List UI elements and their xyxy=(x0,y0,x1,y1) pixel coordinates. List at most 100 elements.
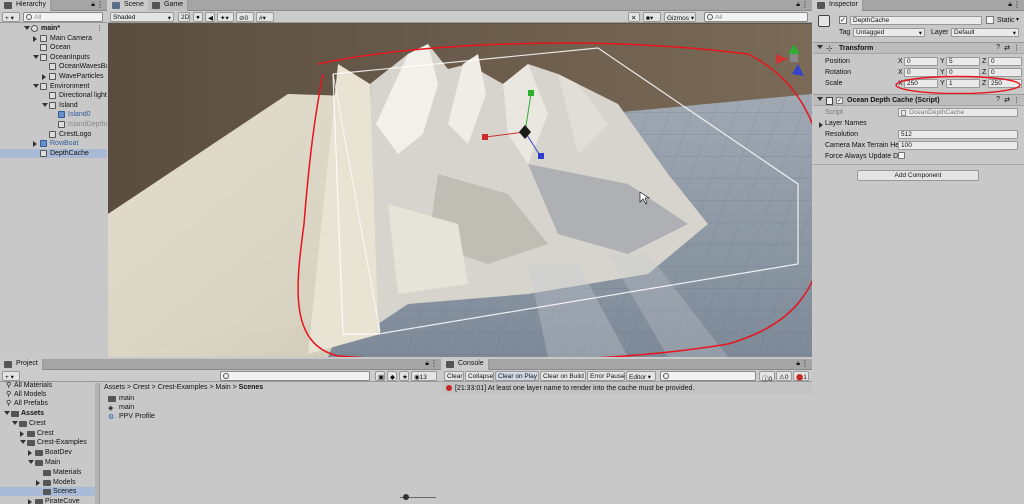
camera-dropdown[interactable]: ■▾ xyxy=(643,12,661,22)
hierarchy-item[interactable]: IslandDepthCact xyxy=(0,120,107,129)
help-icon[interactable]: ? xyxy=(996,44,1000,51)
project-folder-item[interactable]: Assets xyxy=(0,409,95,418)
lock-icon[interactable]: 🔒︎ xyxy=(1008,1,1012,9)
lock-icon[interactable]: 🔒︎ xyxy=(425,360,429,368)
layer-dropdown[interactable]: Default ▾ xyxy=(951,28,1019,37)
tab-hierarchy[interactable]: Hierarchy xyxy=(0,0,51,11)
slider-knob[interactable] xyxy=(403,494,409,500)
transform-z-field[interactable]: 0 xyxy=(988,57,1022,66)
grid-toggle[interactable]: #▾ xyxy=(256,12,274,22)
project-folder-item[interactable]: Crest-Examples xyxy=(0,438,95,447)
project-folder-item[interactable]: BoatDev xyxy=(0,448,95,457)
hierarchy-item[interactable]: Island xyxy=(0,101,107,110)
hierarchy-item[interactable]: Ocean xyxy=(0,43,107,52)
more-icon[interactable]: ⋮ xyxy=(801,359,809,368)
more-icon[interactable]: ⋮ xyxy=(430,359,438,368)
scene-viewport[interactable] xyxy=(108,24,812,357)
hidden-packages-button[interactable]: ◉13 xyxy=(411,371,437,381)
more-icon[interactable]: ⋮ xyxy=(96,0,104,9)
x-axis-label[interactable]: X xyxy=(898,58,903,65)
audio-toggle[interactable]: ◀ xyxy=(205,12,215,22)
fold-closed-icon[interactable] xyxy=(28,450,32,457)
tab-project[interactable]: Project xyxy=(0,359,43,370)
y-axis-label[interactable]: Y xyxy=(940,58,945,65)
transform-y-field[interactable]: 5 xyxy=(946,57,980,66)
project-create-button[interactable]: + ▾ xyxy=(2,371,20,381)
hierarchy-item[interactable]: OceanWavesBatch xyxy=(0,62,107,71)
tab-scene[interactable]: Scene xyxy=(108,0,149,11)
project-folder-item[interactable]: PirateCove xyxy=(0,497,95,504)
fold-open-icon[interactable] xyxy=(33,83,39,88)
z-axis-label[interactable]: Z xyxy=(982,58,986,65)
project-folder-item[interactable]: Scenes xyxy=(0,487,95,497)
tab-inspector[interactable]: Inspector xyxy=(813,0,863,11)
label-filter-button[interactable]: ◆ xyxy=(387,371,397,381)
preset-icon[interactable]: ⇄ xyxy=(1004,44,1010,52)
project-folder-item[interactable]: Materials xyxy=(0,468,95,477)
hidden-objects-toggle[interactable]: ⊘0 xyxy=(236,12,254,22)
project-folder-item[interactable]: Crest xyxy=(0,419,95,428)
static-checkbox[interactable] xyxy=(986,16,994,24)
hierarchy-item[interactable]: DepthCache xyxy=(0,148,107,158)
object-name-field[interactable]: DepthCache xyxy=(850,16,982,25)
console-clear-button[interactable]: Clear xyxy=(444,371,464,381)
fold-closed-icon[interactable] xyxy=(36,479,40,486)
error-count-toggle[interactable]: ⬤1 xyxy=(793,371,809,381)
search-type-button[interactable]: ▣ xyxy=(375,371,385,381)
info-count-toggle[interactable]: ⓘ0 xyxy=(759,371,775,383)
transform-x-field[interactable]: 0 xyxy=(904,57,938,66)
resolution-field[interactable]: 512 xyxy=(898,130,1018,139)
fold-open-icon[interactable] xyxy=(12,420,18,425)
fold-open-icon[interactable] xyxy=(20,440,26,445)
component-menu-icon[interactable]: ⋮ xyxy=(1013,44,1020,52)
hierarchy-search-input[interactable]: All xyxy=(23,12,103,22)
project-folder-item[interactable]: Crest xyxy=(0,429,95,438)
console-error-pause-button[interactable]: Error Pause xyxy=(587,371,625,381)
lock-icon[interactable]: 🔒︎ xyxy=(91,1,95,9)
fold-closed-icon[interactable] xyxy=(28,499,32,504)
breadcrumb-item[interactable]: Main xyxy=(216,384,231,391)
gizmos-dropdown[interactable]: Gizmos ▾ xyxy=(664,12,696,22)
component-enabled-checkbox[interactable]: ✓ xyxy=(836,97,843,104)
fold-closed-icon[interactable] xyxy=(42,74,46,80)
console-editor-dropdown[interactable]: Editor ▾ xyxy=(626,371,656,381)
project-tree-scrollbar[interactable] xyxy=(95,383,99,504)
static-dropdown-icon[interactable]: ▾ xyxy=(1016,16,1019,23)
scene-search-input[interactable]: All xyxy=(704,12,808,22)
fold-open-icon[interactable] xyxy=(28,460,34,464)
lock-icon[interactable]: 🔒︎ xyxy=(796,1,800,9)
tag-dropdown[interactable]: Untagged ▾ xyxy=(853,28,925,37)
hierarchy-item[interactable]: main* ⋮ xyxy=(0,24,107,33)
warning-count-toggle[interactable]: ⚠0 xyxy=(776,371,792,381)
tab-game[interactable]: Game xyxy=(148,0,189,11)
hierarchy-item[interactable]: OceanInputs xyxy=(0,53,107,62)
hierarchy-item[interactable]: Environment xyxy=(0,82,107,91)
breadcrumb-item[interactable]: Crest xyxy=(133,384,150,391)
tools-button[interactable]: ✕ xyxy=(628,12,640,22)
console-clear-on-build-button[interactable]: Clear on Build xyxy=(540,371,586,381)
hierarchy-item[interactable]: RowBoat xyxy=(0,139,107,148)
create-button[interactable]: + ▾ xyxy=(2,12,20,22)
favorite-button[interactable]: ★ xyxy=(399,371,409,381)
fold-closed-icon[interactable] xyxy=(20,430,24,437)
camera-max-terrain-field[interactable]: 100 xyxy=(898,141,1018,150)
fold-open-icon[interactable] xyxy=(33,54,39,59)
fold-open-icon[interactable] xyxy=(42,102,48,107)
hierarchy-item[interactable]: Island0 xyxy=(0,110,107,119)
lighting-toggle[interactable]: ● xyxy=(193,12,203,22)
console-log-entry[interactable]: [21:33:01] At least one layer name to re… xyxy=(442,383,812,394)
lock-icon[interactable]: 🔒︎ xyxy=(796,360,800,368)
tab-console[interactable]: Console xyxy=(442,359,489,370)
force-always-update-checkbox[interactable] xyxy=(898,152,905,159)
icon-size-slider[interactable] xyxy=(400,494,436,500)
breadcrumb-item[interactable]: Scenes xyxy=(239,384,264,391)
hierarchy-item[interactable]: Main Camera xyxy=(0,34,107,43)
breadcrumb-item[interactable]: Assets xyxy=(104,384,125,391)
breadcrumb-item[interactable]: Crest-Examples xyxy=(158,384,208,391)
console-search-input[interactable] xyxy=(660,371,756,381)
more-icon[interactable]: ⋮ xyxy=(1013,0,1021,9)
fold-closed-icon[interactable] xyxy=(33,35,37,42)
add-component-button[interactable]: Add Component xyxy=(857,170,979,181)
console-clear-on-play-button[interactable]: Clear on Play xyxy=(495,371,539,381)
preset-icon[interactable]: ⇄ xyxy=(1004,96,1010,104)
